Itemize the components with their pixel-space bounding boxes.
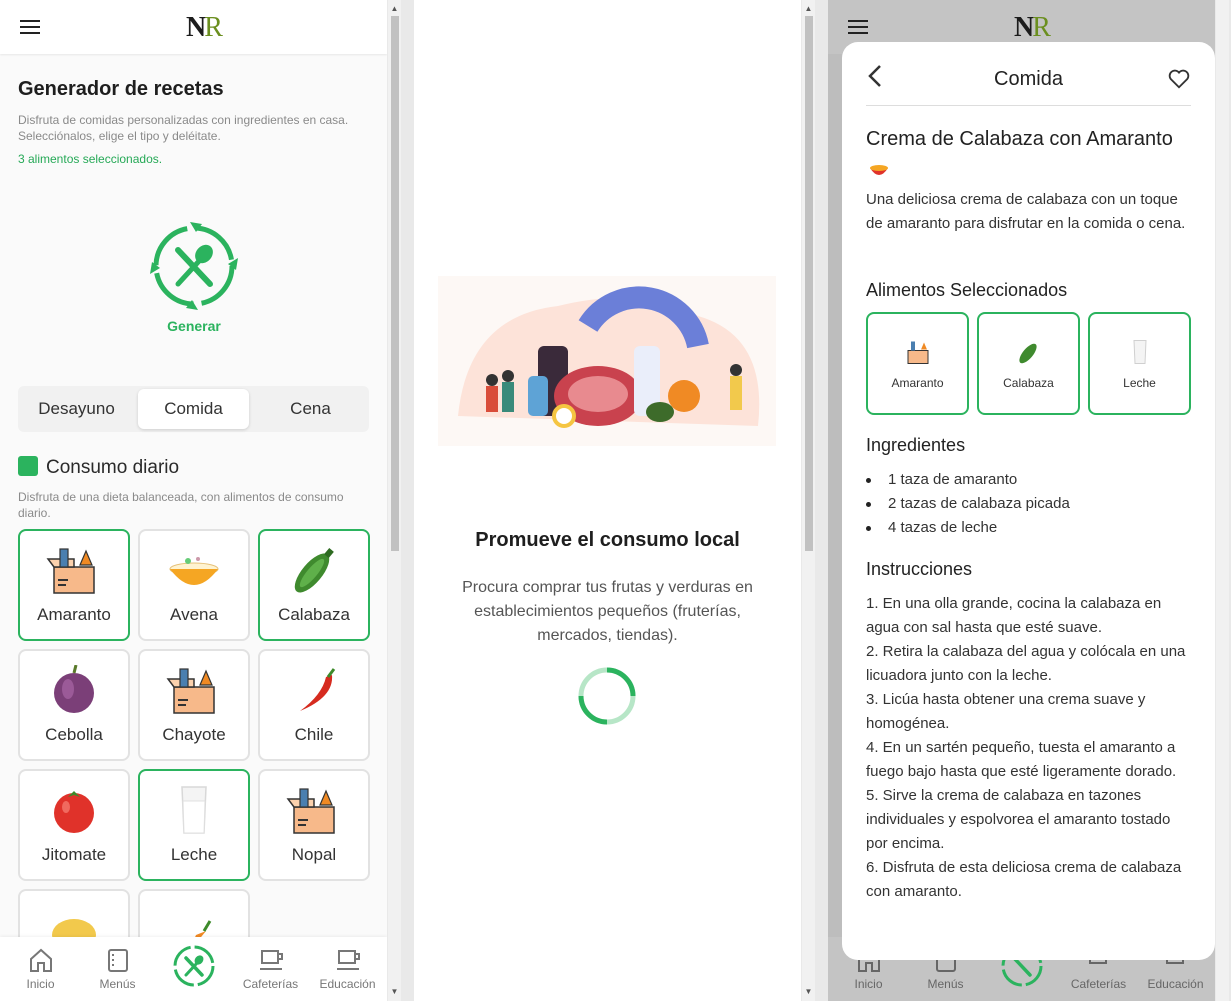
list-item: 4 tazas de leche (866, 516, 1070, 540)
local-market-illustration (438, 276, 776, 446)
recipe-detail-screen: NR Inicio Menús Cafeterías Educación Com… (828, 0, 1215, 1001)
food-label: Jitomate (41, 845, 107, 864)
tab-desayuno[interactable]: Desayuno (21, 389, 132, 429)
scroll-thumb[interactable] (391, 16, 399, 551)
meal-type-tabs: Desayuno Comida Cena (18, 386, 369, 432)
food-label: Calabaza (278, 605, 350, 624)
generate-label[interactable]: Generar (140, 318, 248, 334)
instructions-title: Instrucciones (866, 559, 973, 579)
ingredients-list: 1 taza de amaranto 2 tazas de calabaza p… (866, 468, 1070, 540)
list-item: 1 taza de amaranto (866, 468, 1070, 492)
tab-cena[interactable]: Cena (255, 389, 366, 429)
section-checkbox-icon[interactable] (18, 456, 38, 476)
chili-icon (300, 668, 336, 711)
loading-screen: Promueve el consumo local Procura compra… (414, 0, 801, 1001)
generate-recipe-icon[interactable] (146, 218, 242, 314)
oat-bowl-icon (169, 557, 219, 585)
scroll-up-icon[interactable]: ▲ (388, 2, 401, 16)
food-label: Chayote (162, 725, 226, 744)
logo: NR (1014, 12, 1051, 43)
nav-cafeterias[interactable]: Cafeterías (232, 937, 309, 1001)
scroll-up-icon[interactable]: ▲ (802, 2, 815, 16)
food-card-avena[interactable]: Avena (138, 529, 250, 641)
recipe-description: Una deliciosa crema de calabaza con un t… (866, 191, 1186, 232)
scroll-down-icon[interactable]: ▼ (802, 985, 815, 999)
tip-text: Procura comprar tus frutas y verduras en… (462, 579, 753, 644)
scroll-thumb[interactable] (805, 16, 813, 551)
nav-educacion[interactable]: Educación (309, 937, 386, 1001)
section-subtitle: Disfruta de una dieta balanceada, con al… (18, 490, 344, 520)
food-label: Cebolla (45, 725, 103, 744)
scrollbar-left[interactable]: ▲ ▼ (388, 0, 401, 1001)
home-icon (30, 948, 52, 972)
loading-spinner-icon (578, 667, 636, 725)
nav-inicio[interactable]: Inicio (2, 937, 79, 1001)
modal-header: Comida (866, 42, 1191, 106)
selected-food-amaranto: Amaranto (866, 312, 969, 415)
tomato-icon (54, 791, 94, 833)
onion-icon (54, 665, 94, 713)
milk-glass-icon (1133, 340, 1147, 364)
modal-title: Comida (994, 68, 1063, 90)
milk-glass-icon (181, 786, 207, 834)
food-card-chile[interactable]: Chile (258, 649, 370, 761)
grocery-box-icon (907, 341, 929, 364)
list-item: 2 tazas de calabaza picada (866, 492, 1070, 516)
recipe-title: Crema de Calabaza con Amaranto (866, 128, 1173, 150)
page-title: Generador de recetas (18, 78, 224, 100)
food-label: Leche (170, 845, 218, 864)
selected-food-calabaza: Calabaza (977, 312, 1080, 415)
food-card-chayote[interactable]: Chayote (138, 649, 250, 761)
top-bar: NR (0, 0, 387, 54)
grocery-box-icon (166, 668, 215, 714)
food-card-nopal[interactable]: Nopal (258, 769, 370, 881)
selected-count: 3 alimentos seleccionados. (18, 152, 163, 166)
menu-book-icon (108, 949, 128, 972)
food-label: Nopal (291, 845, 337, 864)
zucchini-icon (294, 548, 334, 593)
coffee-cup-icon (260, 950, 283, 970)
hamburger-menu-icon[interactable] (20, 20, 40, 34)
tab-comida[interactable]: Comida (138, 389, 249, 429)
logo: NR (186, 12, 223, 43)
page-subtitle: Disfruta de comidas personalizadas con i… (18, 113, 349, 143)
food-card-calabaza[interactable]: Calabaza (258, 529, 370, 641)
grocery-box-icon (46, 548, 95, 594)
food-card-cebolla[interactable]: Cebolla (18, 649, 130, 761)
scrollbar-middle[interactable]: ▲ ▼ (802, 0, 815, 1001)
bottom-nav: Inicio Menús Cafeterías Educación (0, 937, 387, 1001)
grocery-box-icon (286, 788, 335, 834)
scroll-down-icon[interactable]: ▼ (388, 985, 401, 999)
coffee-cup-icon (337, 950, 360, 970)
section-title: Consumo diario (18, 456, 179, 479)
food-card-amaranto[interactable]: Amaranto (18, 529, 130, 641)
selected-foods-title: Alimentos Seleccionados (866, 280, 1068, 300)
ingredients-title: Ingredientes (866, 435, 966, 455)
zucchini-icon (1019, 343, 1037, 364)
generator-nav-icon[interactable] (170, 942, 218, 990)
soup-bowl-icon (870, 165, 888, 175)
instructions-text: 1. En una olla grande, cocina la calabaz… (866, 595, 1186, 900)
food-label: Chile (294, 725, 334, 744)
favorite-heart-icon[interactable] (1168, 68, 1190, 90)
scrollbar-right[interactable] (1216, 0, 1229, 1001)
recipe-modal: Comida Crema de Calabaza con Amaranto Un… (842, 42, 1215, 960)
hamburger-menu-icon[interactable] (848, 20, 868, 34)
food-card-jitomate[interactable]: Jitomate (18, 769, 130, 881)
food-card-leche[interactable]: Leche (138, 769, 250, 881)
food-label: Amaranto (37, 605, 111, 624)
selected-food-leche: Leche (1088, 312, 1191, 415)
food-label: Avena (170, 605, 218, 624)
recipe-generator-screen: NR Generador de recetas Disfruta de comi… (0, 0, 387, 1001)
nav-menus[interactable]: Menús (79, 937, 156, 1001)
tip-title: Promueve el consumo local (475, 529, 740, 551)
